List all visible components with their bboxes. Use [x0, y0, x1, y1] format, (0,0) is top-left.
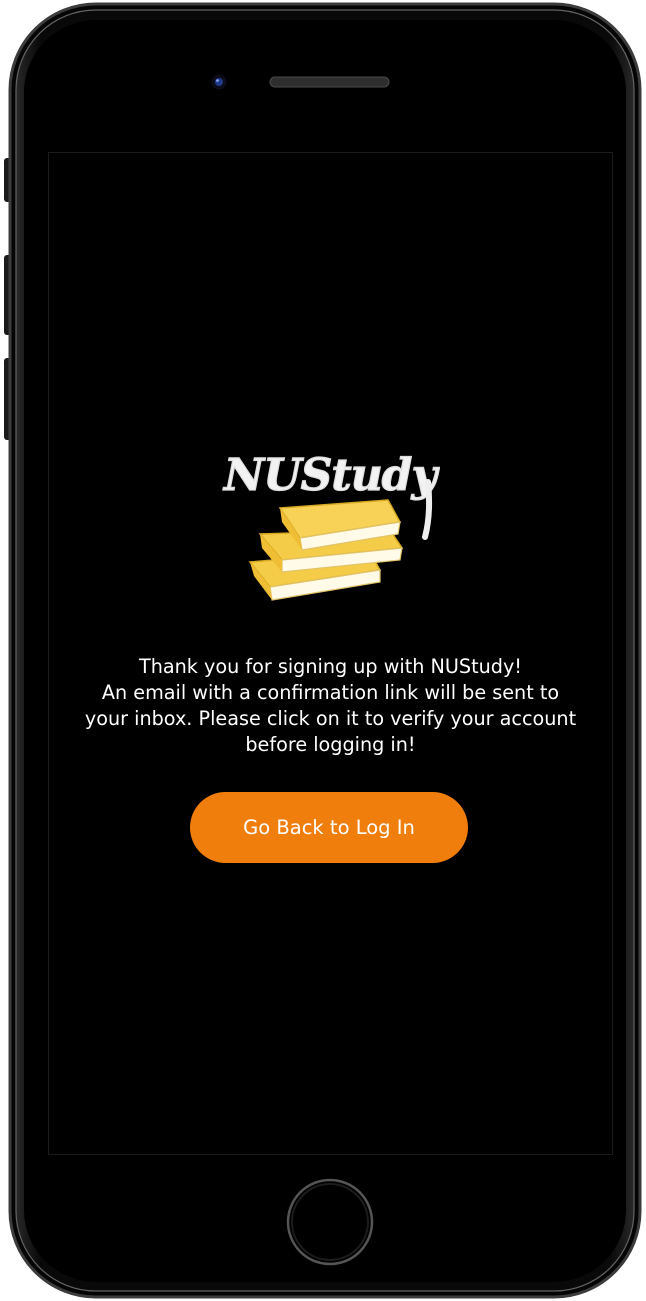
phone-frame: NUStudy Thank you for signing up with NU…	[0, 0, 646, 1301]
nustudy-logo: NUStudy	[220, 442, 440, 622]
logo-graphic: NUStudy	[221, 449, 440, 601]
go-back-to-login-button[interactable]: Go Back to Log In	[190, 792, 468, 863]
app-screen: NUStudy Thank you for signing up with NU…	[48, 152, 613, 1155]
home-button-icon[interactable]	[286, 1178, 374, 1266]
message-line-4: before logging in!	[245, 733, 416, 756]
message-line-1: Thank you for signing up with NUStudy!	[138, 655, 523, 678]
books-stack-icon	[248, 499, 404, 601]
earpiece-speaker-icon	[269, 76, 390, 88]
message-line-3: your inbox. Please click on it to verify…	[84, 707, 577, 730]
front-camera-icon	[211, 74, 227, 90]
message-line-2: An email with a confirmation link will b…	[101, 681, 560, 704]
confirmation-message: Thank you for signing up with NUStudy! A…	[48, 654, 613, 758]
logo-wordmark: NUStudy	[222, 450, 440, 501]
